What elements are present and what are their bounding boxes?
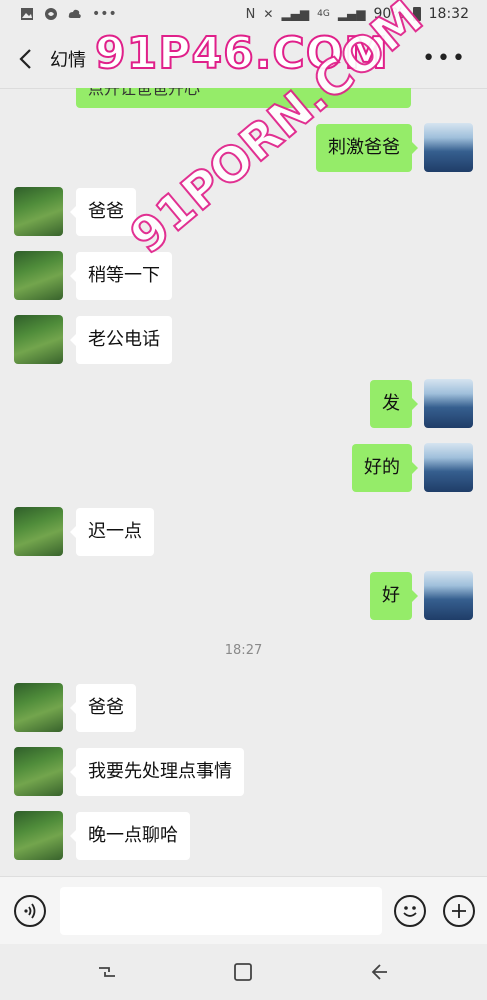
system-nav-bar bbox=[0, 944, 487, 1000]
gallery-icon bbox=[21, 8, 33, 20]
my-avatar[interactable] bbox=[424, 123, 473, 172]
my-avatar[interactable] bbox=[424, 379, 473, 428]
message-bubble[interactable]: 好 bbox=[370, 572, 418, 620]
contact-avatar[interactable] bbox=[14, 811, 63, 860]
more-icon[interactable]: ••• bbox=[422, 46, 467, 71]
recent-apps-icon[interactable] bbox=[95, 960, 119, 984]
message-row: 好的 bbox=[0, 443, 487, 493]
voice-button[interactable] bbox=[14, 895, 46, 927]
message-row: 好 bbox=[0, 571, 487, 621]
timestamp-divider: 18:27 bbox=[224, 643, 263, 658]
message-row: 晚一点聊哈 bbox=[0, 811, 487, 861]
message-bubble[interactable]: 老公电话 bbox=[70, 316, 172, 364]
message-bubble[interactable]: 发 bbox=[370, 380, 418, 428]
message-bubble[interactable]: 晚一点聊哈 bbox=[70, 812, 190, 860]
signal-icon: ▂▄▆ bbox=[281, 7, 310, 21]
voice-icon bbox=[24, 903, 36, 919]
contact-avatar[interactable] bbox=[14, 251, 63, 300]
message-row: 发 bbox=[0, 379, 487, 429]
message-row: 老公电话 bbox=[0, 315, 487, 365]
message-bubble[interactable]: 我要先处理点事情 bbox=[70, 748, 244, 796]
message-bubble[interactable]: 刺激爸爸 bbox=[316, 124, 418, 172]
my-avatar[interactable] bbox=[424, 571, 473, 620]
message-bubble[interactable]: 好的 bbox=[352, 444, 418, 492]
message-row: 爸爸 bbox=[0, 683, 487, 733]
message-bubble[interactable]: 迟一点 bbox=[70, 508, 154, 556]
message-row: 爸爸 bbox=[0, 187, 487, 237]
cloud-icon bbox=[68, 9, 81, 18]
input-bar bbox=[0, 876, 487, 945]
contact-avatar[interactable] bbox=[14, 187, 63, 236]
my-avatar[interactable] bbox=[424, 443, 473, 492]
contact-avatar[interactable] bbox=[14, 315, 63, 364]
more-notifications-icon: ••• bbox=[92, 6, 117, 22]
message-row: 稍等一下 bbox=[0, 251, 487, 301]
network-type: 4G bbox=[317, 9, 330, 19]
contact-avatar[interactable] bbox=[14, 747, 63, 796]
nfc-icon: N bbox=[245, 6, 256, 22]
contact-avatar[interactable] bbox=[14, 507, 63, 556]
plus-button[interactable] bbox=[443, 895, 475, 927]
mute-icon: ✕ bbox=[263, 7, 274, 21]
sync-icon bbox=[45, 8, 57, 20]
contact-avatar[interactable] bbox=[14, 683, 63, 732]
chat-title: 幻情 bbox=[50, 50, 86, 71]
message-input[interactable] bbox=[60, 887, 382, 935]
message-row: 我要先处理点事情 bbox=[0, 747, 487, 797]
back-nav-icon[interactable] bbox=[367, 960, 391, 984]
home-icon[interactable] bbox=[231, 960, 255, 984]
message-bubble[interactable]: 爸爸 bbox=[70, 684, 136, 732]
back-icon[interactable] bbox=[12, 44, 42, 74]
emoji-icon bbox=[403, 906, 417, 917]
plus-icon bbox=[452, 904, 466, 918]
message-row: 迟一点 bbox=[0, 507, 487, 557]
emoji-button[interactable] bbox=[394, 895, 426, 927]
status-time: 18:32 bbox=[428, 6, 469, 22]
